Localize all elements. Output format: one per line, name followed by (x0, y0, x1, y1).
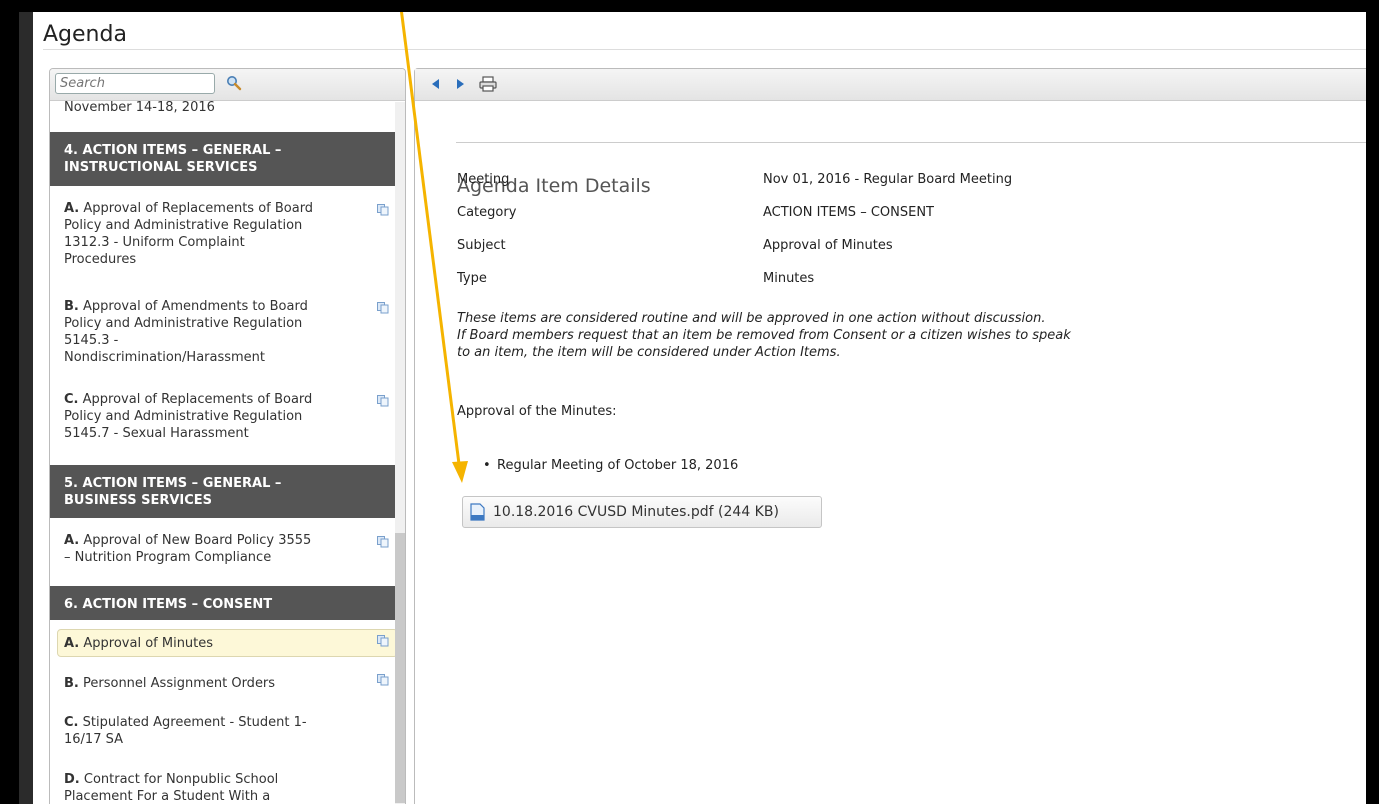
search-input[interactable] (55, 73, 215, 94)
section-header-4[interactable]: 4. ACTION ITEMS – GENERAL – INSTRUCTIONA… (50, 132, 397, 186)
list-item-6c[interactable]: C. Stipulated Agreement - Student 1- 16/… (64, 714, 364, 748)
copy-icon[interactable] (377, 395, 389, 407)
forward-arrow-icon[interactable] (455, 78, 465, 90)
field-label-type: Type (457, 271, 487, 286)
field-value-type: Minutes (763, 271, 815, 286)
list-item-6b[interactable]: B. Personnel Assignment Orders (64, 675, 364, 692)
agenda-sidebar: November 14-18, 2016 4. ACTION ITEMS – G… (49, 68, 406, 804)
attachment-label: 10.18.2016 CVUSD Minutes.pdf (244 KB) (493, 504, 779, 520)
section-header-5[interactable]: 5. ACTION ITEMS – GENERAL – BUSINESS SER… (50, 465, 397, 518)
title-divider (43, 49, 1366, 50)
copy-icon[interactable] (377, 635, 389, 647)
window-left-border (19, 12, 33, 804)
sidebar-scrollbar-thumb[interactable] (395, 533, 405, 803)
consent-note: These items are considered routine and w… (457, 311, 1071, 360)
field-value-category: ACTION ITEMS – CONSENT (763, 205, 934, 220)
copy-icon[interactable] (377, 302, 389, 314)
section-heading-partial: November 14-18, 2016 (64, 100, 215, 115)
page-title: Agenda (43, 22, 127, 47)
search-icon[interactable] (226, 75, 242, 91)
search-bar (50, 69, 405, 101)
list-item-4b[interactable]: B. Approval of Amendments to Board Polic… (64, 298, 364, 366)
agenda-list[interactable]: November 14-18, 2016 4. ACTION ITEMS – G… (50, 100, 405, 804)
copy-icon[interactable] (377, 674, 389, 686)
field-label-category: Category (457, 205, 517, 220)
back-arrow-icon[interactable] (431, 78, 441, 90)
attachment-link[interactable]: 10.18.2016 CVUSD Minutes.pdf (244 KB) (462, 496, 822, 528)
list-item-6a[interactable]: A. Approval of Minutes (64, 635, 364, 652)
minutes-bullet-item: Regular Meeting of October 18, 2016 (483, 458, 738, 473)
details-toolbar (415, 69, 1366, 101)
field-label-subject: Subject (457, 238, 506, 253)
pdf-file-icon (470, 503, 485, 521)
field-value-meeting: Nov 01, 2016 - Regular Board Meeting (763, 172, 1013, 187)
copy-icon[interactable] (377, 204, 389, 216)
list-item-4c[interactable]: C. Approval of Replacements of Board Pol… (64, 391, 364, 442)
minutes-label: Approval of the Minutes: (457, 404, 617, 419)
list-item-5a[interactable]: A. Approval of New Board Policy 3555 – N… (64, 532, 364, 566)
list-item-6d[interactable]: D. Contract for Nonpublic School Placeme… (64, 771, 364, 804)
print-icon[interactable] (479, 76, 497, 92)
details-divider (456, 142, 1366, 143)
copy-icon[interactable] (377, 536, 389, 548)
field-value-subject: Approval of Minutes (763, 238, 893, 253)
section-header-6[interactable]: 6. ACTION ITEMS – CONSENT (50, 586, 397, 620)
list-item-4a[interactable]: A. Approval of Replacements of Board Pol… (64, 200, 364, 268)
field-label-meeting: Meeting (457, 172, 510, 187)
app-frame: Agenda November 14-18, 2016 4. ACTION IT… (19, 12, 1366, 804)
